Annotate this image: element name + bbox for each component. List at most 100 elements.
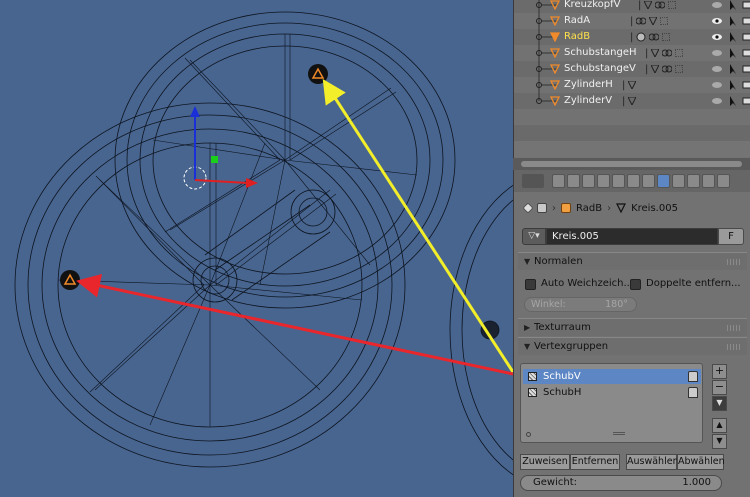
outliner-row[interactable]: KreuzkopfV | bbox=[514, 0, 750, 13]
list-resize-handle[interactable] bbox=[613, 432, 625, 435]
lock-icon[interactable] bbox=[688, 371, 698, 382]
remove-vertex-group-button[interactable]: − bbox=[712, 380, 727, 395]
horizontal-scrollbar[interactable] bbox=[521, 161, 742, 167]
visibility-eye-icon[interactable] bbox=[712, 0, 722, 13]
pin-icon[interactable] bbox=[522, 202, 534, 214]
outliner[interactable]: KreuzkopfV | RadA | RadB | SchubstangeH … bbox=[513, 0, 750, 158]
fake-user-button[interactable]: F bbox=[718, 228, 744, 245]
move-up-button[interactable]: ▲ bbox=[712, 418, 727, 433]
weight-slider[interactable]: Gewicht: 1.000 bbox=[520, 475, 722, 491]
tab-object-icon[interactable] bbox=[612, 174, 625, 188]
tab-render-icon[interactable] bbox=[552, 174, 565, 188]
mesh-datablock-selector: ▽▾ Kreis.005 F bbox=[522, 228, 744, 245]
move-down-button[interactable]: ▼ bbox=[712, 434, 727, 449]
visibility-eye-icon[interactable] bbox=[712, 13, 722, 29]
vertex-group-icon bbox=[668, 1, 677, 9]
tab-constraints-icon[interactable] bbox=[627, 174, 640, 188]
outliner-item-name: ZylinderH bbox=[564, 79, 613, 90]
modifier-icons: | bbox=[645, 45, 684, 61]
angle-slider[interactable]: Winkel: 180° bbox=[524, 297, 637, 312]
mesh-object-icon bbox=[550, 80, 560, 90]
select-arrow-icon[interactable] bbox=[728, 93, 738, 109]
vertex-marker-schubh[interactable] bbox=[308, 64, 328, 84]
tab-world-icon[interactable] bbox=[597, 174, 610, 188]
assign-button[interactable]: Zuweisen bbox=[520, 454, 570, 470]
vertex-group-icon bbox=[660, 17, 669, 25]
mesh-data-icon bbox=[628, 81, 637, 89]
vertex-marker-schubv[interactable] bbox=[60, 270, 80, 290]
render-camera-icon[interactable] bbox=[742, 61, 750, 77]
visibility-eye-icon[interactable] bbox=[712, 93, 722, 109]
panel-grip-icon[interactable] bbox=[727, 344, 741, 350]
mesh-data-icon bbox=[644, 1, 653, 9]
render-camera-icon[interactable] bbox=[742, 45, 750, 61]
select-button[interactable]: Auswählen bbox=[626, 454, 679, 470]
mesh-object-icon bbox=[550, 48, 560, 58]
tab-render-layers-icon[interactable] bbox=[567, 174, 580, 188]
add-vertex-group-button[interactable]: + bbox=[712, 364, 727, 379]
tab-texture-icon[interactable] bbox=[687, 174, 700, 188]
mesh-name-field[interactable]: Kreis.005 bbox=[546, 228, 718, 245]
vertex-group-specials-menu[interactable]: ▼ bbox=[712, 396, 727, 411]
render-camera-icon[interactable] bbox=[742, 93, 750, 109]
object-icon bbox=[561, 203, 571, 213]
select-arrow-icon[interactable] bbox=[728, 45, 738, 61]
modifier-icons: | bbox=[622, 93, 637, 109]
normals-panel-header[interactable]: ▼ Normalen bbox=[518, 252, 747, 270]
panel-grip-icon[interactable] bbox=[727, 325, 741, 331]
render-camera-icon[interactable] bbox=[742, 77, 750, 93]
outliner-item-name: ZylinderV bbox=[564, 95, 613, 106]
outliner-row-selected[interactable]: RadB | bbox=[514, 29, 750, 45]
scene-icon bbox=[537, 203, 547, 213]
select-arrow-icon[interactable] bbox=[728, 0, 738, 13]
tab-modifiers-icon[interactable] bbox=[642, 174, 655, 188]
deselect-button[interactable]: Abwählen bbox=[677, 454, 725, 470]
vertex-group-list[interactable]: SchubV SchubH bbox=[520, 363, 703, 443]
visibility-eye-icon[interactable] bbox=[712, 61, 722, 77]
auto-smooth-checkbox[interactable] bbox=[525, 279, 536, 290]
select-arrow-icon[interactable] bbox=[728, 29, 738, 45]
outliner-row[interactable]: SchubstangeH | bbox=[514, 45, 750, 61]
select-arrow-icon[interactable] bbox=[728, 13, 738, 29]
outliner-row[interactable]: ZylinderH | bbox=[514, 77, 750, 93]
remove-from-group-button[interactable]: Entfernen bbox=[570, 454, 620, 470]
tab-scene-icon[interactable] bbox=[582, 174, 595, 188]
visibility-eye-icon[interactable] bbox=[712, 77, 722, 93]
blender-window: KreuzkopfV | RadA | RadB | SchubstangeH … bbox=[0, 0, 750, 497]
outliner-item-name: SchubstangeV bbox=[564, 63, 636, 74]
vertex-group-item-schubv[interactable]: SchubV bbox=[523, 369, 701, 384]
outliner-empty-row bbox=[514, 125, 750, 141]
mesh-object-icon bbox=[550, 32, 560, 42]
area-divider[interactable] bbox=[513, 158, 750, 170]
select-arrow-icon[interactable] bbox=[728, 77, 738, 93]
filter-options-icon[interactable] bbox=[526, 432, 531, 437]
mesh-object-icon bbox=[550, 16, 560, 26]
double-sided-checkbox[interactable] bbox=[630, 279, 641, 290]
panel-grip-icon[interactable] bbox=[727, 259, 741, 265]
tab-material-icon[interactable] bbox=[672, 174, 685, 188]
render-camera-icon[interactable] bbox=[742, 29, 750, 45]
visibility-eye-icon[interactable] bbox=[712, 29, 722, 45]
constraint-icon bbox=[662, 65, 673, 73]
tab-particles-icon[interactable] bbox=[702, 174, 715, 188]
editor-type-menu[interactable] bbox=[522, 174, 544, 188]
tab-data-icon[interactable] bbox=[657, 174, 670, 188]
mesh-data-icon bbox=[651, 49, 660, 57]
constraint-icon bbox=[662, 49, 673, 57]
tab-physics-icon[interactable] bbox=[717, 174, 730, 188]
texture-space-panel-header[interactable]: ▶ Texturraum bbox=[518, 318, 747, 336]
vertex-group-icon bbox=[662, 33, 671, 41]
render-camera-icon[interactable] bbox=[742, 13, 750, 29]
3d-viewport[interactable] bbox=[0, 0, 513, 497]
lock-icon[interactable] bbox=[688, 387, 698, 398]
mesh-browse-button[interactable]: ▽▾ bbox=[522, 228, 546, 245]
outliner-row[interactable]: ZylinderV | bbox=[514, 93, 750, 109]
outliner-row[interactable]: SchubstangeV | bbox=[514, 61, 750, 77]
render-camera-icon[interactable] bbox=[742, 0, 750, 13]
visibility-eye-icon[interactable] bbox=[712, 45, 722, 61]
outliner-row[interactable]: RadA | bbox=[514, 13, 750, 29]
outliner-item-name: RadB bbox=[564, 31, 591, 42]
select-arrow-icon[interactable] bbox=[728, 61, 738, 77]
vertex-groups-panel-header[interactable]: ▼ Vertexgruppen bbox=[518, 337, 747, 355]
vertex-group-item-schubh[interactable]: SchubH bbox=[523, 385, 701, 400]
